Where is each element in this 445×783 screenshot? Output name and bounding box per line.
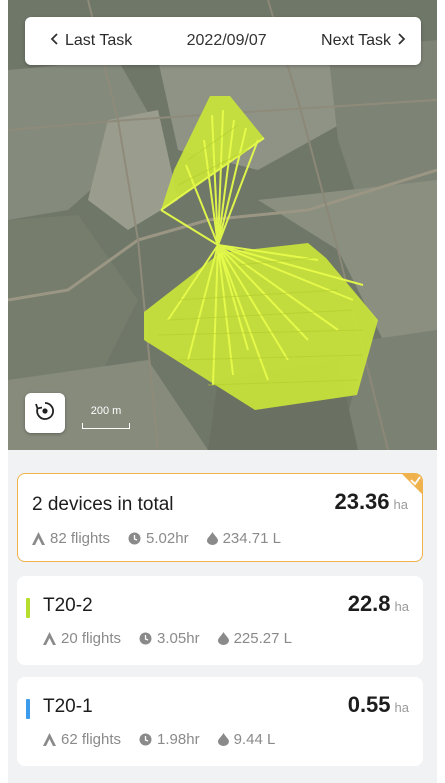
device-color-marker xyxy=(26,598,30,618)
recenter-button[interactable] xyxy=(25,393,65,433)
flights-stat: 82 flights xyxy=(32,530,110,547)
chevron-right-icon xyxy=(397,32,407,51)
duration-stat: 3.05hr xyxy=(139,630,200,647)
device-duration: 3.05hr xyxy=(157,630,200,647)
device-area: 0.55 ha xyxy=(348,692,409,718)
flights-stat: 20 flights xyxy=(43,630,121,647)
last-task-button[interactable]: Last Task xyxy=(49,32,132,51)
device-color-marker xyxy=(26,699,30,719)
task-navigation-bar: Last Task 2022/09/07 Next Task xyxy=(25,17,421,65)
summary-title: 2 devices in total xyxy=(32,494,174,515)
summary-duration: 5.02hr xyxy=(146,530,189,547)
flights-stat: 62 flights xyxy=(43,731,121,748)
device-area: 22.8 ha xyxy=(348,591,409,617)
summary-stats: 82 flights 5.02hr 234.71 L xyxy=(32,530,299,547)
device-area-value: 22.8 xyxy=(347,591,391,616)
scale-bar xyxy=(82,423,130,429)
satellite-map xyxy=(8,0,437,450)
duration-stat: 1.98hr xyxy=(139,731,200,748)
summary-card[interactable]: 2 devices in total 23.36 ha 82 flights 5… xyxy=(17,473,423,562)
map-view[interactable] xyxy=(8,0,437,450)
next-task-button[interactable]: Next Task xyxy=(321,32,407,51)
device-card-t20-1[interactable]: T20-1 0.55 ha 62 flights 1.98hr 9.44 L xyxy=(17,677,423,766)
summary-area-unit: ha xyxy=(393,497,408,512)
next-task-label: Next Task xyxy=(321,32,391,49)
duration-stat: 5.02hr xyxy=(128,530,189,547)
summary-area-value: 23.36 xyxy=(334,489,390,514)
map-scale: 200 m xyxy=(80,405,132,429)
summary-volume: 234.71 L xyxy=(222,530,281,547)
device-volume: 225.27 L xyxy=(233,630,292,647)
device-flights: 20 flights xyxy=(61,630,122,647)
droplet-icon xyxy=(217,632,229,645)
device-area-unit: ha xyxy=(394,700,409,715)
device-duration: 1.98hr xyxy=(157,731,200,748)
device-flights: 62 flights xyxy=(61,731,122,748)
flights-icon xyxy=(43,733,56,746)
device-stats: 20 flights 3.05hr 225.27 L xyxy=(43,630,310,647)
flights-icon xyxy=(43,632,56,645)
summary-area: 23.36 ha xyxy=(334,489,408,515)
device-area-value: 0.55 xyxy=(347,692,391,717)
clock-icon xyxy=(128,532,141,545)
last-task-label: Last Task xyxy=(65,32,133,49)
droplet-icon xyxy=(206,532,218,545)
volume-stat: 234.71 L xyxy=(206,530,281,547)
device-area-unit: ha xyxy=(394,599,409,614)
volume-stat: 225.27 L xyxy=(217,630,292,647)
task-date: 2022/09/07 xyxy=(186,32,267,49)
clock-icon xyxy=(139,733,152,746)
droplet-icon xyxy=(217,733,229,746)
device-stats: 62 flights 1.98hr 9.44 L xyxy=(43,731,293,748)
device-volume: 9.44 L xyxy=(233,731,276,748)
recenter-icon xyxy=(34,400,56,427)
device-name: T20-2 xyxy=(43,595,93,616)
summary-flights: 82 flights xyxy=(50,530,111,547)
device-name: T20-1 xyxy=(43,696,93,717)
chevron-left-icon xyxy=(49,32,59,51)
device-card-t20-2[interactable]: T20-2 22.8 ha 20 flights 3.05hr 225.27 L xyxy=(17,576,423,665)
scale-label: 200 m xyxy=(90,405,122,417)
flights-icon xyxy=(32,532,45,545)
volume-stat: 9.44 L xyxy=(217,731,276,748)
clock-icon xyxy=(139,632,152,645)
